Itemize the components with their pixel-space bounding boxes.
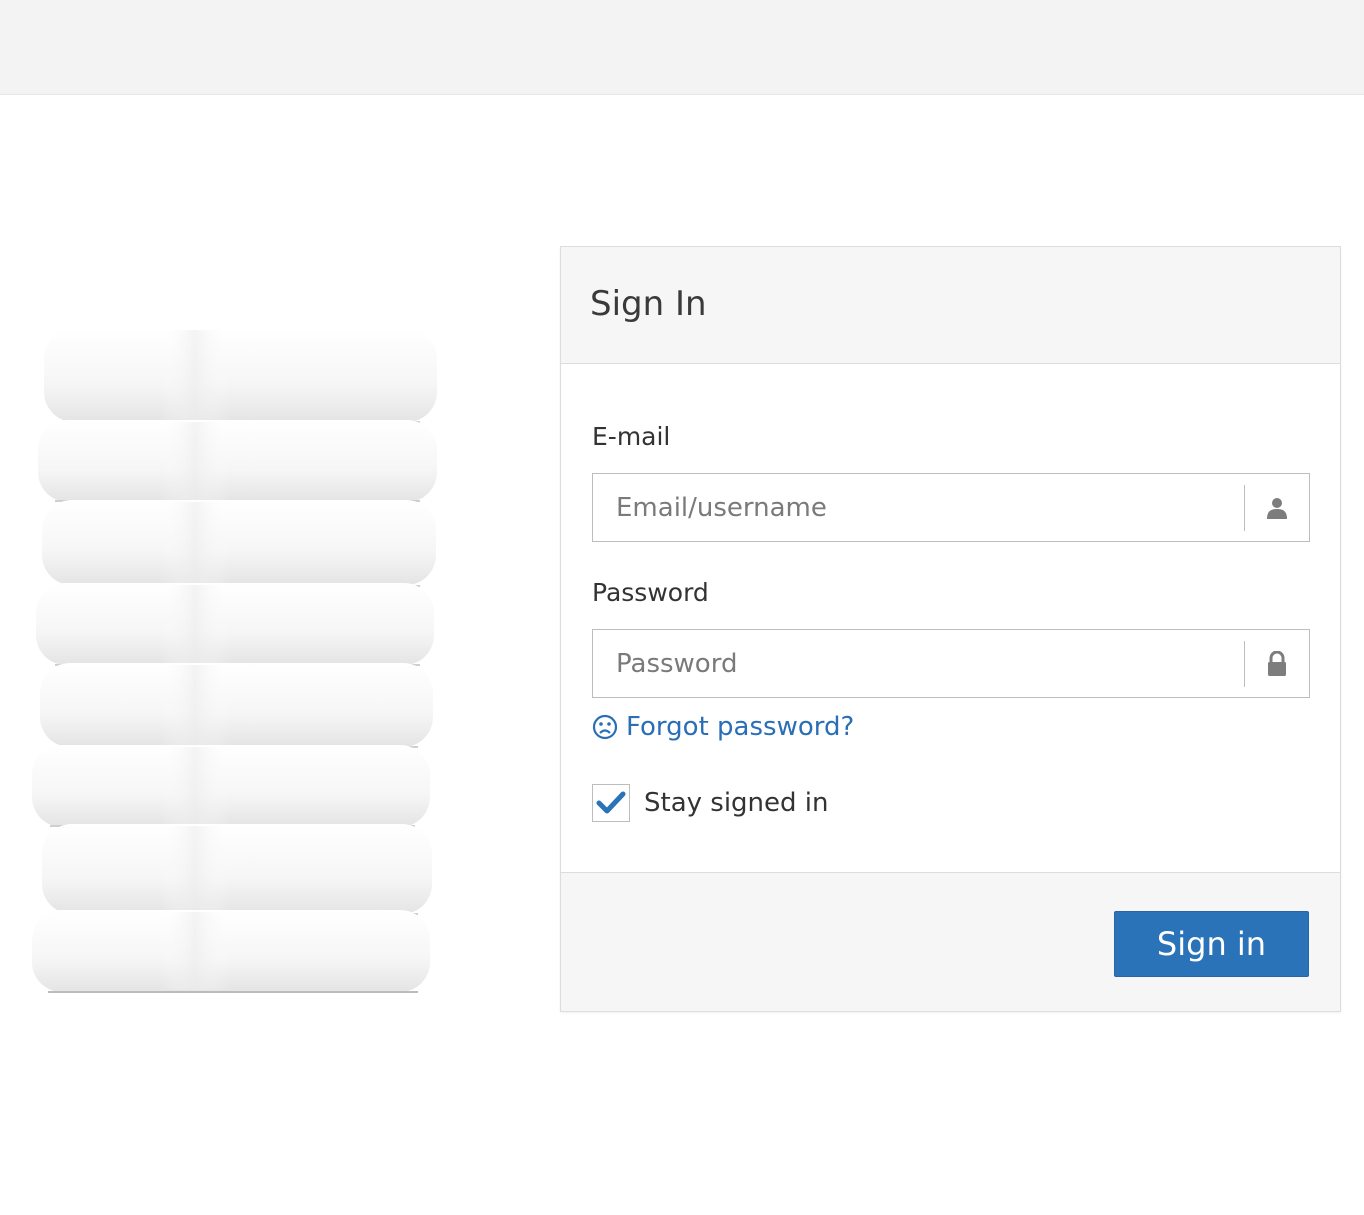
panel-footer: Sign in [561,872,1340,1011]
stay-signed-in-row[interactable]: Stay signed in [592,784,829,822]
email-input-group [592,473,1310,542]
towels-image [32,328,437,993]
checkmark-icon [596,791,626,814]
user-icon [1267,497,1287,519]
forgot-password-label: Forgot password? [626,712,855,742]
password-input-group [592,629,1310,698]
stay-signed-in-checkbox[interactable] [592,784,630,822]
lock-icon [1268,650,1286,676]
sign-in-button[interactable]: Sign in [1114,911,1309,977]
password-input[interactable] [593,630,1244,697]
email-label: E-mail [592,422,671,451]
panel-title: Sign In [590,284,707,324]
panel-body: E-mail Password [561,364,1340,874]
top-navbar [0,0,1364,95]
sign-in-panel: Sign In E-mail Password [560,246,1341,1012]
stay-signed-in-label: Stay signed in [644,788,829,818]
forgot-password-link[interactable]: Forgot password? [592,712,854,742]
password-label: Password [592,578,709,607]
email-addon [1244,484,1309,531]
email-input[interactable] [593,474,1244,541]
panel-heading: Sign In [561,247,1340,364]
password-addon [1244,640,1309,687]
sad-face-icon [592,714,618,740]
